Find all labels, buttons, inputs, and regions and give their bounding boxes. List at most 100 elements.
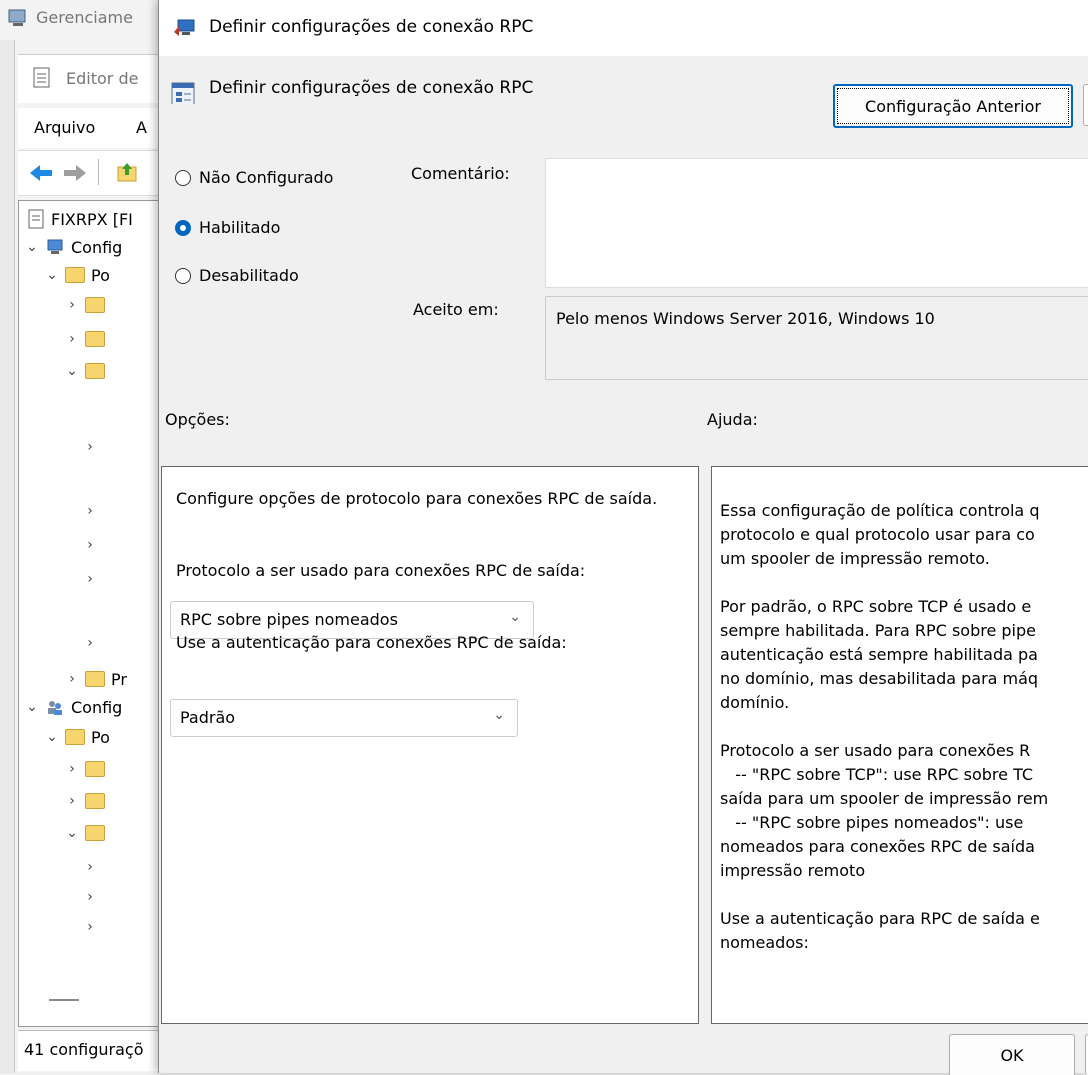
tree-item[interactable]: › [83, 531, 97, 559]
help-line [720, 571, 1088, 595]
radio-disabled[interactable]: Desabilitado [175, 266, 299, 285]
chevron-right-icon[interactable]: › [83, 635, 97, 651]
help-panel: Essa configuração de política controla q… [711, 466, 1088, 1024]
protocol-selected: RPC sobre pipes nomeados [180, 610, 398, 629]
chevron-right-icon[interactable]: › [65, 761, 79, 777]
help-line: autenticação está sempre habilitada pa [720, 645, 1038, 664]
tree-label: Config [71, 237, 123, 257]
chevron-down-icon: ⌄ [509, 609, 521, 625]
tree-computer-config[interactable]: ⌄ Config [25, 233, 122, 261]
background-left-edge [0, 40, 15, 1073]
help-line [720, 715, 1088, 739]
tree-item[interactable]: ⌄ [65, 357, 105, 385]
chevron-down-icon[interactable]: ⌄ [25, 239, 39, 255]
users-icon [48, 701, 62, 715]
tree-item[interactable]: › [65, 755, 105, 783]
chevron-right-icon[interactable]: › [83, 503, 97, 519]
editor-window-title: Editor de [18, 54, 168, 103]
menu-bar: Arquivo A [18, 108, 168, 148]
chevron-right-icon[interactable]: › [83, 537, 97, 553]
chevron-down-icon: ⌄ [493, 707, 505, 723]
policy-document-icon [28, 209, 44, 229]
tree-item[interactable]: › [83, 433, 97, 461]
folder-icon [85, 825, 105, 841]
chevron-right-icon[interactable]: › [83, 439, 97, 455]
tree-policies-user[interactable]: ⌄ Po [45, 723, 110, 751]
tree-item[interactable]: › [83, 853, 97, 881]
background-title: Gerenciame [36, 8, 133, 27]
tree-item[interactable]: › [65, 291, 105, 319]
tree-root[interactable]: FIXRPX [FI [27, 205, 133, 233]
help-line: Use a autenticação para RPC de saída e [720, 909, 1040, 928]
radio-circle[interactable] [175, 169, 191, 186]
rpc-settings-icon [174, 19, 195, 36]
supported-on-box: Pelo menos Windows Server 2016, Windows … [545, 296, 1088, 380]
chevron-right-icon[interactable]: › [83, 889, 97, 905]
help-line: impressão remoto [720, 861, 866, 880]
supported-on-label: Aceito em: [413, 300, 499, 319]
radio-circle[interactable] [175, 267, 191, 284]
dialog-titlebar: Definir configurações de conexão RPC [159, 0, 1088, 56]
status-bar: 41 configuraçõ [18, 1030, 168, 1071]
next-setting-button[interactable] [1083, 84, 1088, 126]
chevron-right-icon[interactable]: › [65, 331, 79, 347]
tree-preferences[interactable]: › Pr [65, 665, 127, 693]
help-label: Ajuda: [707, 410, 758, 429]
auth-select[interactable]: Padrão ⌄ [170, 699, 518, 737]
tree-item[interactable]: › [83, 565, 97, 593]
auth-label: Use a autenticação para conexões RPC de … [176, 633, 567, 652]
chevron-right-icon[interactable]: › [83, 859, 97, 875]
tree-item[interactable]: › [83, 883, 97, 911]
toolbar-separator [98, 159, 99, 185]
chevron-right-icon[interactable]: › [65, 671, 79, 687]
policy-editor-icon [33, 67, 50, 88]
chevron-down-icon[interactable]: ⌄ [45, 729, 59, 745]
help-line: protocolo e qual protocolo usar para co [720, 525, 1035, 544]
supported-on-value: Pelo menos Windows Server 2016, Windows … [556, 309, 935, 328]
chevron-right-icon[interactable]: › [83, 571, 97, 587]
tree-label: Po [91, 265, 110, 285]
menu-acao[interactable]: A [136, 118, 147, 137]
help-line [720, 883, 1088, 907]
auth-selected: Padrão [180, 708, 236, 727]
chevron-down-icon[interactable]: ⌄ [65, 363, 79, 379]
forward-arrow-icon[interactable] [62, 163, 88, 183]
tree-user-config[interactable]: ⌄ Config [25, 693, 122, 721]
comment-textarea[interactable] [545, 158, 1088, 288]
chevron-down-icon[interactable]: ⌄ [25, 699, 39, 715]
protocol-label: Protocolo a ser usado para conexões RPC … [176, 561, 586, 580]
tree-item[interactable]: › [83, 629, 97, 657]
folder-icon [85, 363, 105, 379]
folder-icon [85, 671, 105, 687]
radio-circle-selected[interactable] [175, 219, 191, 236]
chevron-right-icon[interactable]: › [65, 793, 79, 809]
radio-not-configured[interactable]: Não Configurado [175, 168, 333, 187]
tree-policies[interactable]: ⌄ Po [45, 261, 110, 289]
previous-setting-button[interactable]: Configuração Anterior [833, 84, 1073, 128]
help-line: Por padrão, o RPC sobre TCP é usado e [720, 597, 1032, 616]
background-titlebar: Gerenciame [0, 0, 160, 38]
tree-item[interactable]: › [65, 325, 105, 353]
tree-item[interactable]: › [83, 497, 97, 525]
radio-enabled[interactable]: Habilitado [175, 218, 280, 237]
help-text: Essa configuração de política controla q… [720, 499, 1088, 955]
ok-button[interactable]: OK [949, 1034, 1075, 1075]
help-line: saída para um spooler de impressão rem [720, 789, 1049, 808]
tree-item[interactable]: › [83, 913, 97, 941]
help-line: sempre habilitada. Para RPC sobre pipe [720, 621, 1036, 640]
horizontal-scrollbar[interactable] [49, 999, 79, 1001]
help-line: no domínio, mas desabilitada para máq [720, 669, 1039, 688]
up-folder-icon[interactable] [116, 161, 140, 183]
chevron-down-icon[interactable]: ⌄ [65, 825, 79, 841]
setting-heading: Definir configurações de conexão RPC [209, 78, 534, 98]
tree-item[interactable]: ⌄ [65, 819, 105, 847]
back-arrow-icon[interactable] [28, 163, 54, 183]
options-label: Opções: [165, 410, 230, 429]
tree-label: Config [71, 697, 123, 717]
menu-arquivo[interactable]: Arquivo [34, 118, 95, 137]
chevron-right-icon[interactable]: › [65, 297, 79, 313]
toolbar [18, 150, 168, 196]
chevron-down-icon[interactable]: ⌄ [45, 267, 59, 283]
tree-item[interactable]: › [65, 787, 105, 815]
chevron-right-icon[interactable]: › [83, 919, 97, 935]
